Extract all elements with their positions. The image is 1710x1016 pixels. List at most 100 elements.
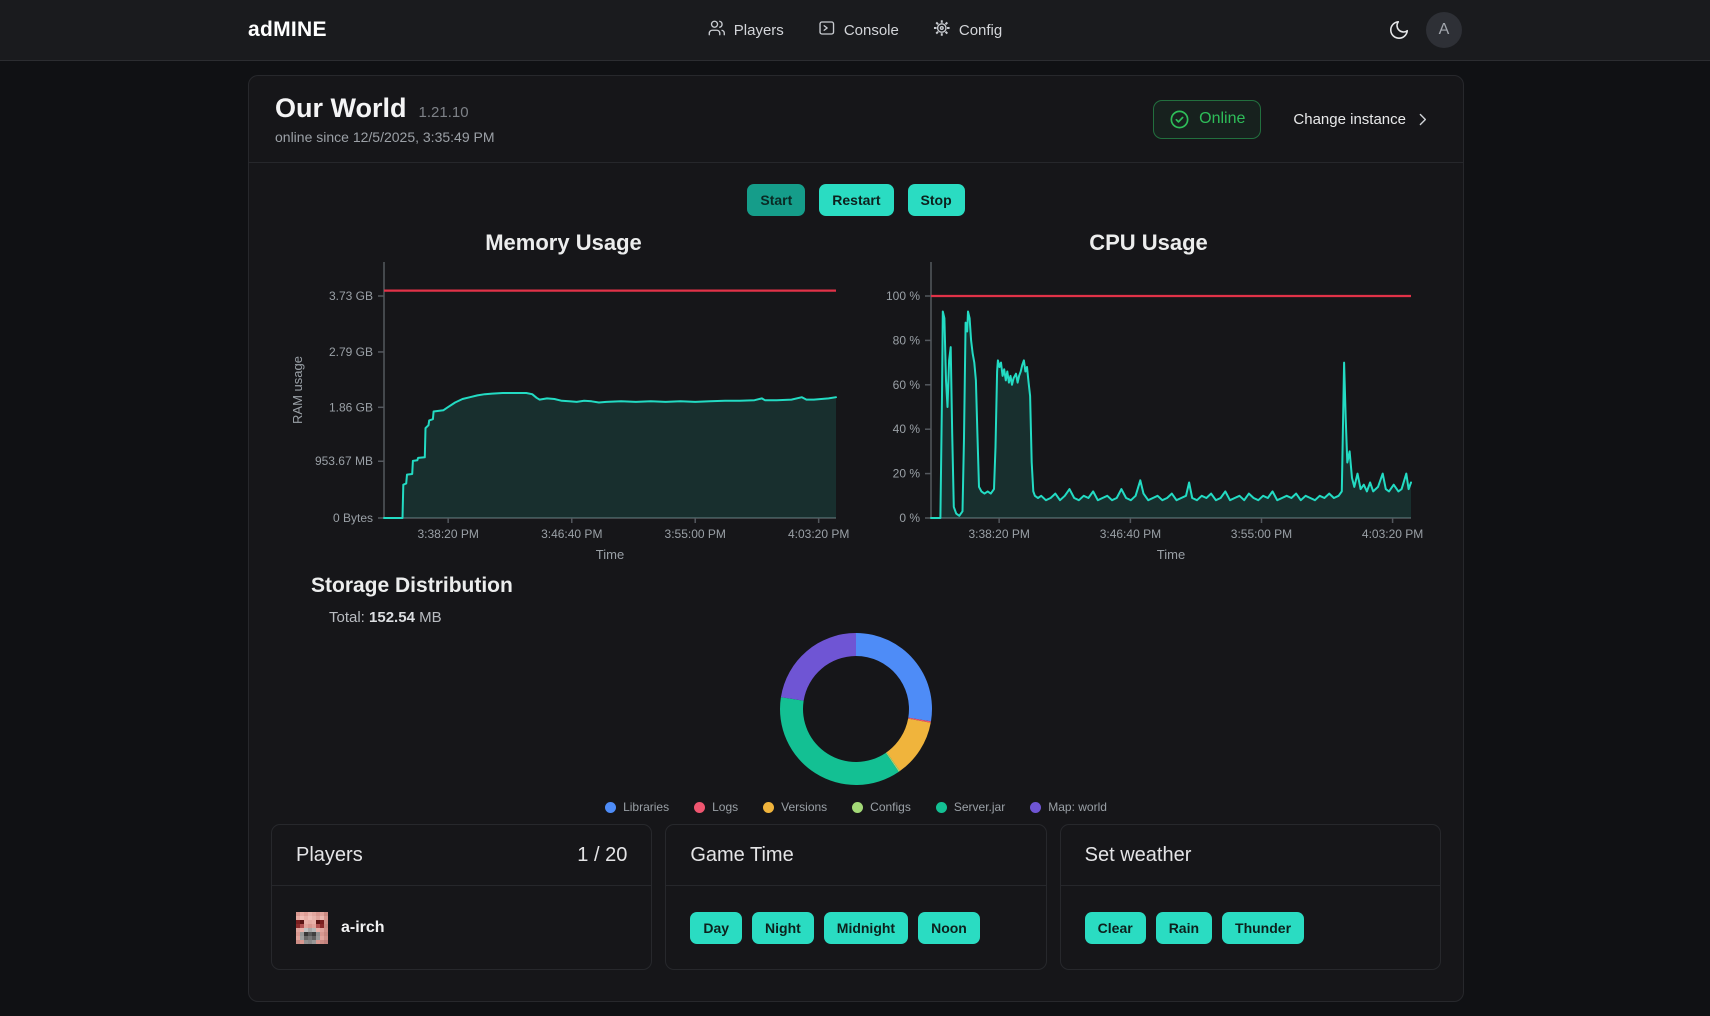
svg-text:20 %: 20 %	[893, 467, 921, 481]
check-circle-icon	[1169, 109, 1190, 130]
svg-text:3:55:00 PM: 3:55:00 PM	[665, 527, 726, 541]
legend-item-Map: world[interactable]: Map: world	[1030, 800, 1107, 814]
weather-title: Set weather	[1085, 844, 1192, 867]
storage-title: Storage Distribution	[311, 574, 513, 598]
legend-label: Server.jar	[954, 800, 1005, 814]
svg-text:4:03:20 PM: 4:03:20 PM	[1362, 527, 1423, 541]
charts-row: Memory Usage 0 Bytes953.67 MB1.86 GB2.79…	[249, 226, 1463, 575]
legend-dot	[936, 802, 947, 813]
players-card-title: Players	[296, 844, 363, 867]
svg-text:Time: Time	[596, 547, 624, 562]
status-badge: Online	[1153, 100, 1261, 139]
nav-label: Config	[959, 22, 1002, 39]
svg-text:100 %: 100 %	[886, 289, 920, 303]
svg-text:4:03:20 PM: 4:03:20 PM	[788, 527, 849, 541]
game-time-title: Game Time	[690, 844, 793, 867]
weather-rain-button[interactable]: Rain	[1156, 912, 1212, 944]
legend-item-Configs[interactable]: Configs	[852, 800, 911, 814]
players-card: Players 1 / 20 a-irch	[271, 824, 652, 970]
weather-card: Set weather Clear Rain Thunder	[1060, 824, 1441, 970]
instance-panel: Our World 1.21.10 online since 12/5/2025…	[248, 75, 1464, 1002]
cpu-usage-chart: 0 % 20 % 40 % 60 % 80 % 100 % 3:38:20 PM 3:46:4…	[856, 260, 1441, 575]
chevron-right-icon	[1414, 111, 1431, 128]
legend-item-Server.jar[interactable]: Server.jar	[936, 800, 1005, 814]
donut-slice-Map: world	[781, 633, 856, 701]
svg-text:1.86 GB: 1.86 GB	[329, 400, 373, 414]
legend-item-Versions[interactable]: Versions	[763, 800, 827, 814]
svg-text:RAM usage: RAM usage	[290, 356, 305, 424]
svg-text:953.67 MB: 953.67 MB	[315, 454, 373, 468]
navbar: adMINE Players Console Config A	[0, 0, 1710, 61]
page-title: Our World	[275, 93, 407, 124]
legend-dot	[605, 802, 616, 813]
nav-label: Players	[734, 22, 784, 39]
change-instance-button[interactable]: Change instance	[1287, 110, 1437, 129]
app-logo[interactable]: adMINE	[248, 18, 327, 42]
player-name: a-irch	[341, 919, 385, 937]
legend-item-Logs[interactable]: Logs	[694, 800, 738, 814]
nav-item-console[interactable]: Console	[818, 19, 899, 41]
nav-item-players[interactable]: Players	[708, 19, 784, 41]
restart-button[interactable]: Restart	[819, 184, 893, 216]
legend-label: Versions	[781, 800, 827, 814]
svg-text:3.73 GB: 3.73 GB	[329, 289, 373, 303]
memory-chart-svg: 0 Bytes 953.67 MB 1.86 GB 2.79 GB 3.73 GB 3:3…	[271, 260, 856, 570]
svg-text:0 %: 0 %	[899, 511, 920, 525]
svg-text:40 %: 40 %	[893, 422, 921, 436]
theme-toggle-moon-icon[interactable]	[1388, 19, 1410, 41]
navbar-right: A	[1388, 12, 1462, 48]
legend-dot	[694, 802, 705, 813]
svg-text:Time: Time	[1157, 547, 1185, 562]
time-midnight-button[interactable]: Midnight	[824, 912, 908, 944]
svg-text:2.79 GB: 2.79 GB	[329, 345, 373, 359]
time-day-button[interactable]: Day	[690, 912, 742, 944]
stop-button[interactable]: Stop	[908, 184, 965, 216]
storage-donut-chart	[249, 624, 1463, 794]
online-since-label: online since 12/5/2025, 3:35:49 PM	[275, 129, 495, 145]
svg-text:60 %: 60 %	[893, 378, 921, 392]
start-button[interactable]: Start	[747, 184, 805, 216]
memory-usage-chart: 0 Bytes 953.67 MB 1.86 GB 2.79 GB 3.73 GB 3:3…	[271, 260, 856, 575]
donut-svg	[771, 624, 941, 794]
players-icon	[708, 19, 726, 41]
legend-dot	[852, 802, 863, 813]
instance-header: Our World 1.21.10 online since 12/5/2025…	[249, 76, 1463, 162]
status-label: Online	[1199, 110, 1245, 128]
svg-text:3:46:40 PM: 3:46:40 PM	[541, 527, 602, 541]
header-divider	[249, 162, 1463, 163]
main-nav: Players Console Config	[708, 19, 1002, 41]
legend-label: Map: world	[1048, 800, 1107, 814]
storage-legend: Libraries Logs Versions Configs Server.jar Ma…	[249, 800, 1463, 814]
player-avatar	[296, 912, 328, 944]
game-time-card: Game Time Day Night Midnight Noon	[665, 824, 1046, 970]
donut-slice-Server.jar	[780, 697, 899, 785]
weather-clear-button[interactable]: Clear	[1085, 912, 1146, 944]
nav-label: Console	[844, 22, 899, 39]
svg-text:3:46:40 PM: 3:46:40 PM	[1100, 527, 1161, 541]
weather-thunder-button[interactable]: Thunder	[1222, 912, 1304, 944]
svg-text:3:38:20 PM: 3:38:20 PM	[417, 527, 478, 541]
change-instance-label: Change instance	[1293, 111, 1406, 128]
bottom-cards: Players 1 / 20 a-irch Game Time Day Night…	[271, 824, 1441, 970]
players-count: 1 / 20	[577, 844, 627, 867]
svg-text:80 %: 80 %	[893, 333, 921, 347]
user-avatar[interactable]: A	[1426, 12, 1462, 48]
legend-dot	[763, 802, 774, 813]
server-controls: Start Restart Stop	[249, 184, 1463, 216]
cpu-chart-svg: 0 % 20 % 40 % 60 % 80 % 100 % 3:38:20 PM 3:46:4…	[856, 260, 1441, 570]
console-icon	[818, 19, 836, 41]
cpu-chart-title: CPU Usage	[856, 226, 1441, 260]
config-icon	[933, 19, 951, 41]
time-night-button[interactable]: Night	[752, 912, 814, 944]
nav-item-config[interactable]: Config	[933, 19, 1002, 41]
legend-label: Configs	[870, 800, 911, 814]
legend-item-Libraries[interactable]: Libraries	[605, 800, 669, 814]
legend-label: Logs	[712, 800, 738, 814]
svg-text:0 Bytes: 0 Bytes	[333, 511, 373, 525]
player-list-item[interactable]: a-irch	[296, 912, 385, 944]
svg-text:3:38:20 PM: 3:38:20 PM	[968, 527, 1029, 541]
donut-slice-Libraries	[856, 633, 932, 721]
time-noon-button[interactable]: Noon	[918, 912, 980, 944]
version-label: 1.21.10	[419, 104, 469, 121]
legend-dot	[1030, 802, 1041, 813]
